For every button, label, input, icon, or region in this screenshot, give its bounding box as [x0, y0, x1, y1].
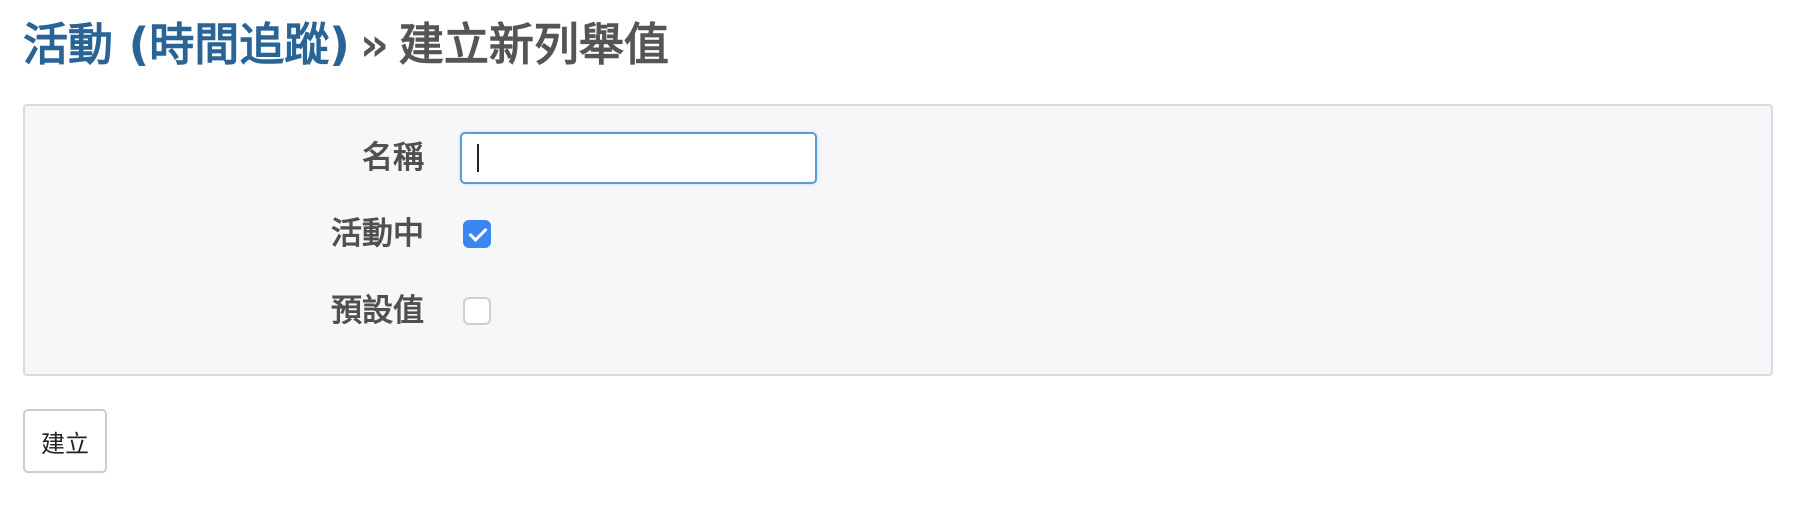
active-checkbox[interactable]: [463, 220, 491, 248]
page: 活動 (時間追蹤)» 建立新列舉值 名稱 活動中 預設值 建立: [0, 0, 1804, 512]
name-input[interactable]: [460, 132, 817, 184]
text-cursor: [477, 144, 479, 172]
name-field-row: 名稱: [25, 132, 1771, 184]
enumeration-form-panel: 名稱 活動中 預設值: [23, 104, 1773, 376]
default-field-row: 預設值: [25, 285, 1771, 337]
page-heading: 建立新列舉值: [398, 18, 669, 71]
breadcrumb-link-activities[interactable]: 活動 (時間追蹤): [23, 18, 350, 71]
name-label: 名稱: [362, 140, 424, 176]
active-field-row: 活動中: [25, 208, 1771, 260]
active-label: 活動中: [331, 216, 424, 252]
default-checkbox[interactable]: [463, 297, 491, 325]
create-button[interactable]: 建立: [23, 409, 107, 473]
breadcrumb-separator: »: [359, 18, 389, 71]
page-title: 活動 (時間追蹤)» 建立新列舉值: [23, 14, 669, 76]
default-label: 預設值: [331, 293, 424, 329]
